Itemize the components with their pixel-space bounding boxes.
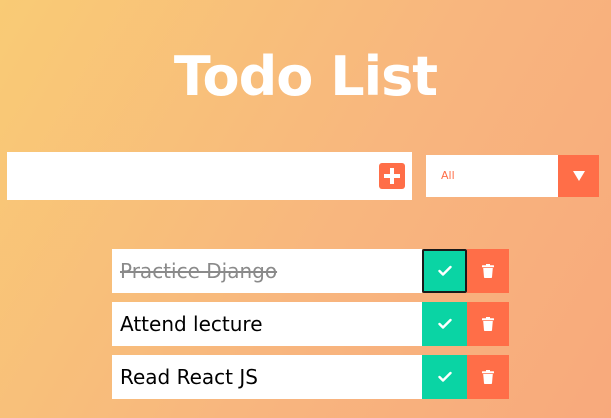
plus-icon bbox=[384, 168, 400, 184]
caret-down-icon bbox=[572, 171, 585, 181]
filter-dropdown-button[interactable] bbox=[558, 155, 599, 197]
todo-item: Read React JS bbox=[112, 355, 509, 399]
todo-item-text: Read React JS bbox=[120, 365, 258, 389]
todo-item-body: Practice Django bbox=[112, 249, 422, 293]
check-icon bbox=[437, 371, 452, 382]
check-icon bbox=[437, 265, 452, 276]
trash-icon bbox=[482, 317, 494, 331]
todo-item-body: Read React JS bbox=[112, 355, 422, 399]
todo-item: Attend lecture bbox=[112, 302, 509, 346]
complete-button[interactable] bbox=[422, 249, 467, 293]
todo-item-text: Attend lecture bbox=[120, 312, 263, 336]
trash-icon bbox=[482, 370, 494, 384]
todo-input-container bbox=[7, 152, 412, 200]
todo-list: Practice Django Attend lecture Read Reac… bbox=[112, 249, 509, 408]
complete-button[interactable] bbox=[422, 355, 467, 399]
todo-item: Practice Django bbox=[112, 249, 509, 293]
todo-input[interactable] bbox=[7, 152, 367, 200]
trash-icon bbox=[482, 264, 494, 278]
delete-button[interactable] bbox=[467, 302, 509, 346]
filter-select[interactable]: All bbox=[426, 155, 599, 197]
todo-item-body: Attend lecture bbox=[112, 302, 422, 346]
delete-button[interactable] bbox=[467, 249, 509, 293]
filter-selected-value: All bbox=[441, 169, 455, 182]
delete-button[interactable] bbox=[467, 355, 509, 399]
add-todo-button[interactable] bbox=[379, 163, 405, 189]
todo-item-text: Practice Django bbox=[120, 259, 278, 283]
complete-button[interactable] bbox=[422, 302, 467, 346]
check-icon bbox=[437, 318, 452, 329]
page-title: Todo List bbox=[173, 45, 438, 109]
